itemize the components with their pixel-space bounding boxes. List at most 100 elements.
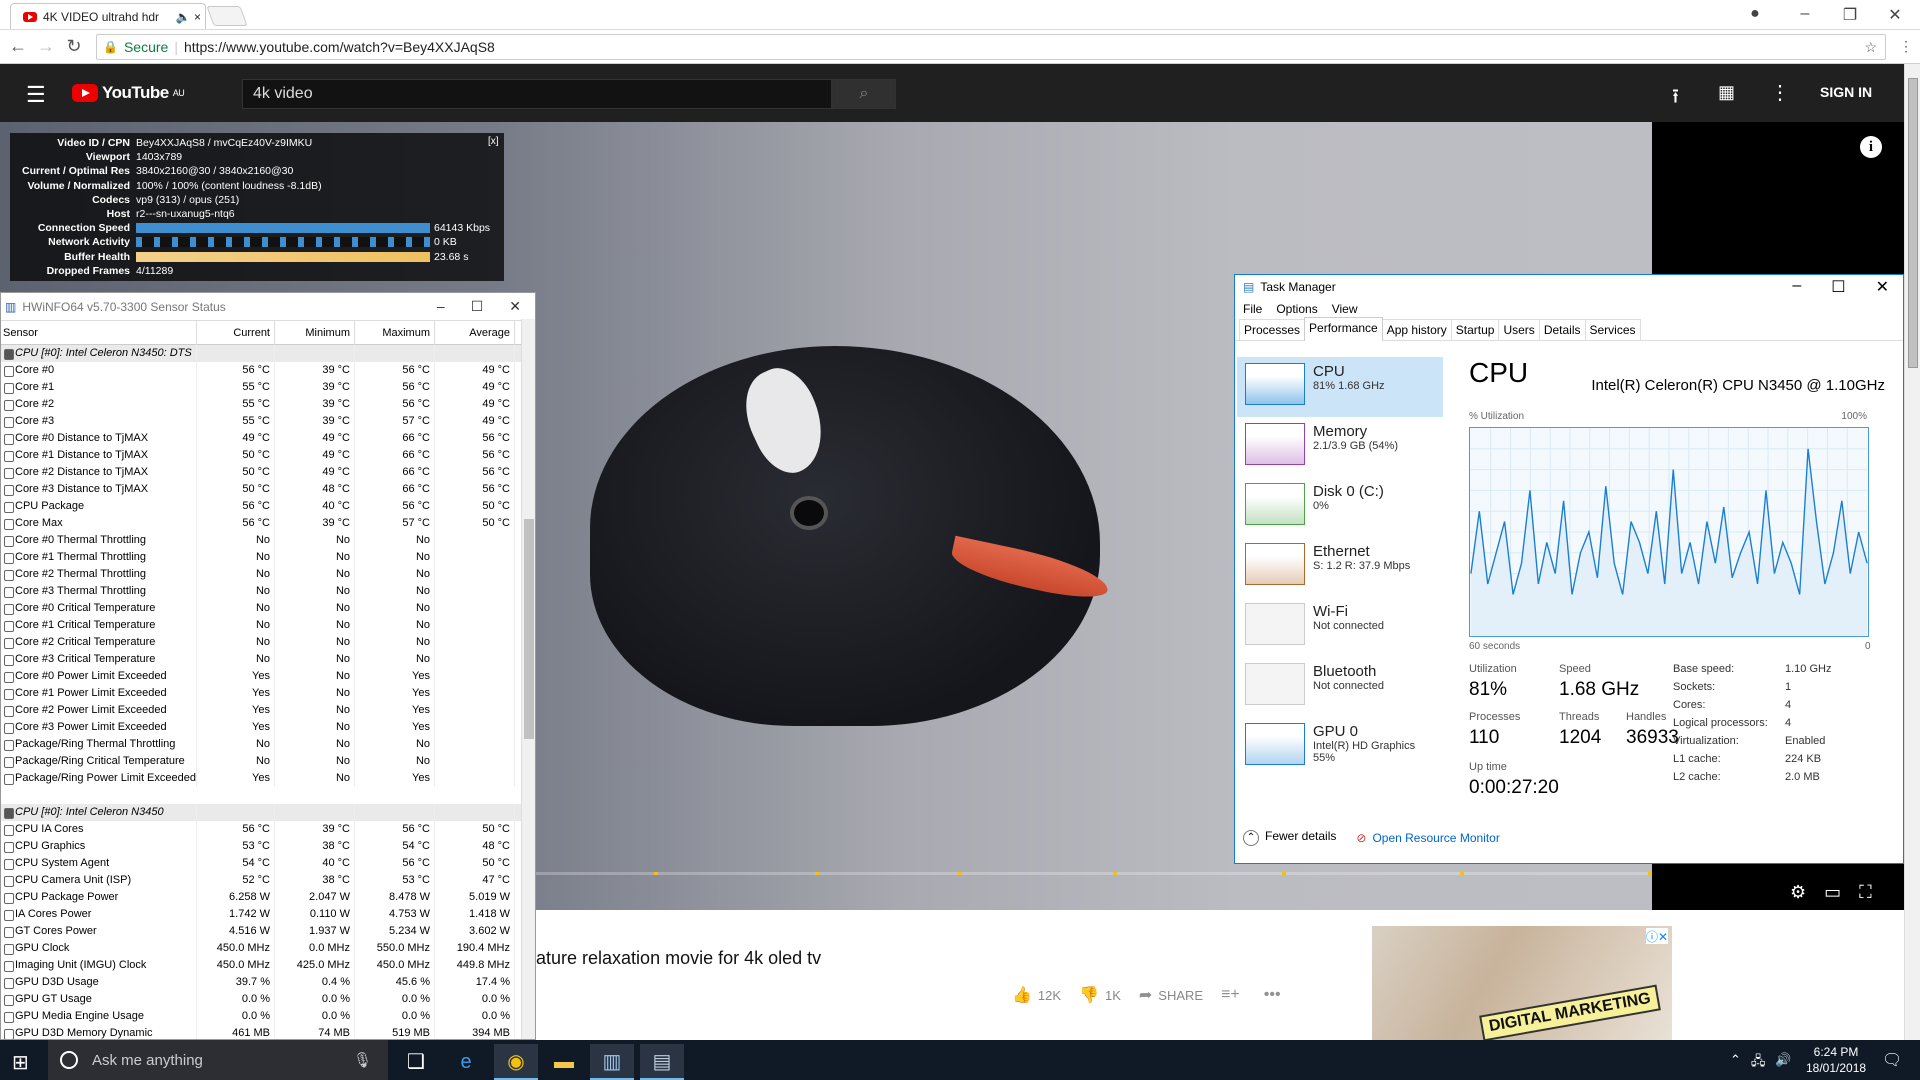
tab-app-history[interactable]: App history	[1381, 319, 1452, 340]
tm-maximize-button[interactable]: ☐	[1831, 277, 1845, 297]
like-button[interactable]: 👍 12K	[1012, 985, 1061, 1005]
hwinfo-group-row[interactable]: CPU [#0]: Intel Celeron N3450	[1, 804, 535, 821]
hwinfo-sensor-row[interactable]: Core #1 Distance to TjMAX 50 °C 49 °C 66 °C…	[1, 447, 535, 464]
upload-icon[interactable]: ⭱	[1672, 82, 1679, 116]
more-actions-icon[interactable]: •••	[1264, 986, 1281, 1004]
hwinfo-sensor-row[interactable]: Core #3 55 °C 39 °C 57 °C 49 °C	[1, 413, 535, 430]
new-tab-button[interactable]	[206, 6, 248, 26]
tab-users[interactable]: Users	[1498, 319, 1540, 340]
hwinfo-close-button[interactable]: ✕	[509, 298, 521, 315]
tm-minimize-button[interactable]: –	[1792, 277, 1801, 297]
hwinfo-sensor-row[interactable]: Core #2 Power Limit Exceeded Yes No Yes	[1, 702, 535, 719]
close-button[interactable]: ✕	[1880, 5, 1910, 25]
back-icon[interactable]: ←	[6, 36, 30, 57]
hwinfo-sensor-row[interactable]: CPU Graphics 53 °C 38 °C 54 °C 48 °C	[1, 838, 535, 855]
hwinfo-sensor-row[interactable]: Core #2 Distance to TjMAX 50 °C 49 °C 66 °C…	[1, 464, 535, 481]
windows-start-icon[interactable]: ⊞	[12, 1050, 29, 1075]
menu-dots-icon[interactable]: ⋮	[1894, 38, 1918, 55]
reload-icon[interactable]: ↻	[62, 36, 86, 57]
hwinfo-scrollbar[interactable]	[521, 319, 535, 1039]
hwinfo-sensor-row[interactable]: Core #2 Critical Temperature No No No	[1, 634, 535, 651]
hwinfo-sensor-row[interactable]: Core Max 56 °C 39 °C 57 °C 50 °C	[1, 515, 535, 532]
hwinfo-sensor-row[interactable]: Core #0 Distance to TjMAX 49 °C 49 °C 66 °C…	[1, 430, 535, 447]
hwinfo-sensor-row[interactable]: Core #3 Critical Temperature No No No	[1, 651, 535, 668]
search-button[interactable]: ⌕	[832, 79, 896, 109]
youtube-logo[interactable]: YouTube AU	[72, 82, 185, 104]
resource-bluetooth[interactable]: Bluetooth Not connected	[1237, 657, 1443, 717]
hwinfo-sensor-row[interactable]: Package/Ring Thermal Throttling No No No	[1, 736, 535, 753]
hwinfo-sensor-row[interactable]: Core #3 Distance to TjMAX 50 °C 48 °C 66 °C…	[1, 481, 535, 498]
hwinfo-sensor-row[interactable]: Core #1 Thermal Throttling No No No	[1, 549, 535, 566]
hamburger-icon[interactable]: ☰	[26, 82, 46, 108]
hwinfo-sensor-row[interactable]: Core #1 Power Limit Exceeded Yes No Yes	[1, 685, 535, 702]
edge-icon[interactable]: e	[444, 1044, 488, 1080]
file-explorer-icon[interactable]: ▬	[542, 1044, 586, 1080]
hwinfo-maximize-button[interactable]: ☐	[471, 298, 484, 315]
tab-processes[interactable]: Processes	[1239, 319, 1306, 340]
hwinfo-sensor-row[interactable]: Core #2 55 °C 39 °C 56 °C 49 °C	[1, 396, 535, 413]
hwinfo-col-header[interactable]: Maximum	[355, 320, 435, 345]
info-icon[interactable]: i	[1860, 136, 1882, 158]
volume-icon[interactable]: 🔊	[1775, 1052, 1791, 1074]
hwinfo-sensor-row[interactable]: Core #0 Power Limit Exceeded Yes No Yes	[1, 668, 535, 685]
tm-menu-file[interactable]: File	[1243, 302, 1262, 316]
resource-gpu-0[interactable]: GPU 0 Intel(R) HD Graphics 55%	[1237, 717, 1443, 777]
hwinfo-col-header[interactable]: Minimum	[275, 320, 355, 345]
hwinfo-scroll-thumb[interactable]	[524, 519, 534, 739]
hwinfo-sensor-row[interactable]: Core #2 Thermal Throttling No No No	[1, 566, 535, 583]
page-scrollbar[interactable]	[1904, 64, 1920, 1040]
more-icon[interactable]: ⋮	[1770, 80, 1790, 105]
forward-icon[interactable]: →	[34, 36, 58, 57]
clock[interactable]: 6:24 PM 18/01/2018	[1806, 1044, 1866, 1076]
hwinfo-sensor-row[interactable]	[1, 787, 535, 804]
fullscreen-icon[interactable]: ⛶	[1859, 882, 1872, 903]
hwinfo-sensor-row[interactable]: CPU Package 56 °C 40 °C 56 °C 50 °C	[1, 498, 535, 515]
resource-wi-fi[interactable]: Wi-Fi Not connected	[1237, 597, 1443, 657]
tab-details[interactable]: Details	[1538, 319, 1586, 340]
stats-close-button[interactable]: [x]	[488, 136, 499, 147]
tab-startup[interactable]: Startup	[1450, 319, 1500, 340]
hwinfo-sensor-row[interactable]: Core #1 55 °C 39 °C 56 °C 49 °C	[1, 379, 535, 396]
hwinfo-sensor-row[interactable]: GPU D3D Usage 39.7 % 0.4 % 45.6 % 17.4 %	[1, 974, 535, 991]
resource-cpu[interactable]: CPU 81% 1.68 GHz	[1237, 357, 1443, 417]
hwinfo-sensor-row[interactable]: Core #0 Critical Temperature No No No	[1, 600, 535, 617]
hwinfo-taskbar-icon[interactable]: ▥	[590, 1044, 634, 1080]
notifications-icon[interactable]: 🗨	[1882, 1050, 1902, 1070]
tab-performance[interactable]: Performance	[1304, 317, 1383, 341]
hwinfo-sensor-row[interactable]: GPU Media Engine Usage 0.0 % 0.0 % 0.0 % 0.0…	[1, 1008, 535, 1025]
hwinfo-sensor-row[interactable]: CPU System Agent 54 °C 40 °C 56 °C 50 °C	[1, 855, 535, 872]
hwinfo-sensor-row[interactable]: GPU D3D Memory Dynamic 461 MB 74 MB 519 MB 3…	[1, 1025, 535, 1039]
hwinfo-minimize-button[interactable]: –	[437, 298, 445, 315]
tab-services[interactable]: Services	[1584, 319, 1641, 340]
hwinfo-sensor-row[interactable]: IA Cores Power 1.742 W 0.110 W 4.753 W 1.418…	[1, 906, 535, 923]
hwinfo-group-row[interactable]: CPU [#0]: Intel Celeron N3450: DTS	[1, 345, 535, 362]
settings-gear-icon[interactable]: ⚙	[1790, 882, 1806, 903]
omnibox[interactable]: 🔒 Secure | https://www.youtube.com/watch…	[96, 34, 1886, 60]
hwinfo-sensor-row[interactable]: Core #1 Critical Temperature No No No	[1, 617, 535, 634]
task-manager-taskbar-icon[interactable]: ▤	[640, 1044, 684, 1080]
resource-memory[interactable]: Memory 2.1/3.9 GB (54%)	[1237, 417, 1443, 477]
hwinfo-sensor-row[interactable]: Imaging Unit (IMGU) Clock 450.0 MHz 425.0 …	[1, 957, 535, 974]
sign-in-button[interactable]: SIGN IN	[1820, 84, 1872, 100]
task-view-icon[interactable]: ❑	[394, 1044, 438, 1080]
theater-mode-icon[interactable]: ▭	[1824, 882, 1841, 903]
network-icon[interactable]: 🖧	[1751, 1052, 1766, 1074]
cortana-search[interactable]: Ask me anything 🎙	[48, 1040, 388, 1080]
restore-button[interactable]: ❐	[1835, 5, 1865, 25]
hwinfo-sensor-row[interactable]: GPU GT Usage 0.0 % 0.0 % 0.0 % 0.0 %	[1, 991, 535, 1008]
hwinfo-sensor-row[interactable]: Core #3 Power Limit Exceeded Yes No Yes	[1, 719, 535, 736]
resource-monitor-link[interactable]: ⊘ Open Resource Monitor	[1356, 831, 1499, 845]
hwinfo-sensor-row[interactable]: CPU IA Cores 56 °C 39 °C 56 °C 50 °C	[1, 821, 535, 838]
apps-grid-icon[interactable]: ▦	[1718, 82, 1735, 103]
tray-chevron-icon[interactable]: ⌃	[1730, 1052, 1741, 1074]
hwinfo-sensor-row[interactable]: GPU Clock 450.0 MHz 0.0 MHz 550.0 MHz 190.4 …	[1, 940, 535, 957]
fewer-details-button[interactable]: ⌃ Fewer details	[1243, 829, 1336, 846]
hwinfo-sensor-row[interactable]: Package/Ring Power Limit Exceeded Yes No Ye…	[1, 770, 535, 787]
hwinfo-sensor-row[interactable]: Package/Ring Critical Temperature No No No	[1, 753, 535, 770]
tm-close-button[interactable]: ✕	[1876, 277, 1889, 297]
tm-menu-options[interactable]: Options	[1276, 302, 1317, 316]
tm-menu-view[interactable]: View	[1332, 302, 1358, 316]
dislike-button[interactable]: 👎 1K	[1079, 985, 1121, 1005]
bookmark-star-icon[interactable]: ☆	[1864, 39, 1877, 56]
search-input[interactable]: 4k video	[242, 79, 832, 109]
